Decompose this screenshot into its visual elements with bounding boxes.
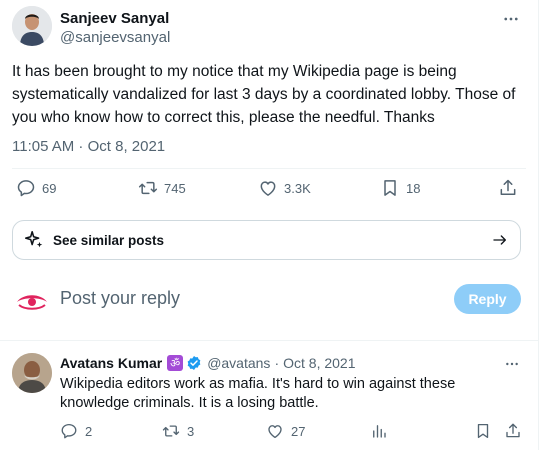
reply-bookmark-button[interactable] [474, 422, 492, 440]
retweet-button[interactable]: 745 [138, 178, 186, 198]
reply-button[interactable]: 69 [16, 178, 56, 198]
tweet-actions: 69 745 3.3K 18 [0, 178, 539, 202]
reply-date[interactable]: Oct 8, 2021 [283, 355, 355, 371]
divider [0, 340, 539, 341]
see-similar-posts-label: See similar posts [53, 232, 165, 248]
reply-actions: 2 3 27 [0, 422, 539, 442]
current-user-avatar[interactable] [12, 280, 52, 320]
like-button[interactable]: 3.3K [258, 178, 311, 198]
share-icon [506, 423, 520, 438]
reply-retweet-button[interactable]: 3 [162, 422, 194, 440]
bookmark-button[interactable]: 18 [380, 178, 420, 198]
retweet-icon [162, 425, 180, 437]
reply-retweet-count: 3 [187, 423, 195, 439]
compose-reply: Post your reply Reply [0, 278, 539, 322]
reply-share-button[interactable] [504, 422, 522, 440]
arrow-right-icon [492, 232, 508, 248]
more-icon[interactable] [500, 8, 522, 30]
reply-header: Avatans Kumar ॐ @avatans · Oct 8, 2021 [60, 355, 356, 371]
reply-button[interactable]: Reply [454, 284, 521, 314]
verified-icon[interactable] [186, 355, 202, 371]
reply-reply-button[interactable]: 2 [60, 422, 92, 440]
like-icon [268, 425, 282, 439]
share-icon [500, 179, 516, 195]
om-badge: ॐ [167, 355, 184, 371]
reply-reply-count: 2 [85, 423, 93, 439]
bookmark-icon [477, 423, 489, 439]
reply-text: Wikipedia editors work as mafia. It's ha… [60, 376, 456, 411]
reply-author-name[interactable]: Avatans Kumar [60, 355, 162, 371]
author-handle[interactable]: @sanjeevsanyal [60, 29, 170, 46]
reply-like-count: 27 [291, 423, 306, 439]
reply-author-handle[interactable]: @avatans [207, 355, 270, 371]
author-avatar[interactable] [12, 6, 52, 46]
retweet-icon [138, 181, 158, 195]
more-icon[interactable] [502, 354, 522, 374]
reply-icon [17, 180, 35, 197]
tweet-text: It has been brought to my notice that my… [12, 63, 516, 126]
divider [12, 168, 526, 169]
reply-icon [61, 423, 77, 439]
retweet-count: 745 [164, 180, 186, 196]
like-icon [260, 181, 276, 196]
reply-author-avatar[interactable] [12, 353, 52, 393]
sparkle-icon [24, 230, 43, 248]
share-button[interactable] [498, 178, 518, 198]
reply-like-button[interactable]: 27 [266, 422, 305, 440]
author-name[interactable]: Sanjeev Sanyal [60, 10, 169, 27]
like-count: 3.3K [284, 180, 311, 196]
bookmark-count: 18 [406, 180, 421, 196]
see-similar-posts-button[interactable]: See similar posts [12, 220, 521, 260]
reply-analytics-button[interactable] [370, 422, 388, 440]
separator-dot: · [274, 355, 280, 371]
reply-count: 69 [42, 180, 57, 196]
tweet-timestamp[interactable]: 11:05 AM · Oct 8, 2021 [12, 138, 165, 155]
tweet-detail-view: Sanjeev Sanyal @sanjeevsanyal It has bee… [0, 0, 539, 450]
bookmark-icon [384, 180, 396, 196]
analytics-icon [373, 425, 386, 438]
reply-input[interactable]: Post your reply [60, 288, 180, 309]
